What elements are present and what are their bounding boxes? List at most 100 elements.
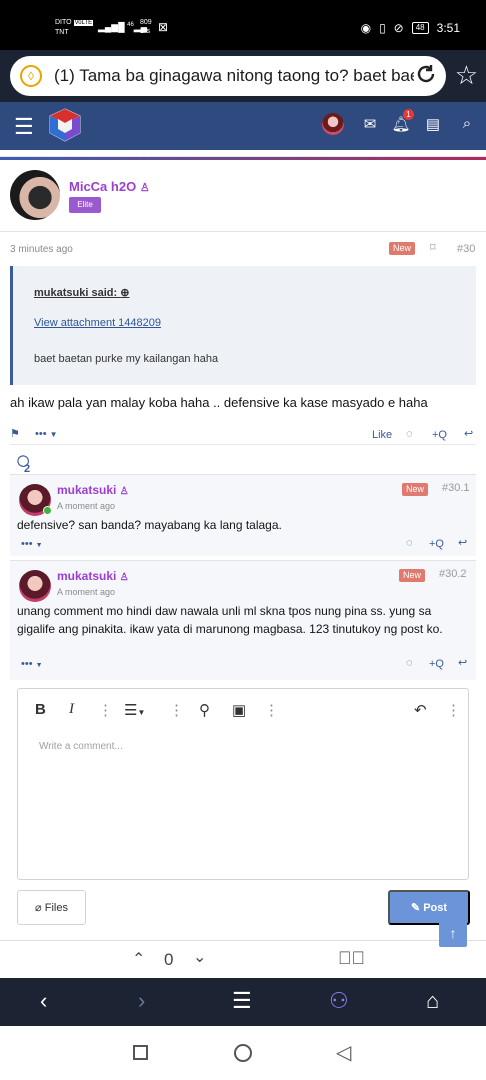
reply-icon[interactable]: ↩	[464, 427, 473, 440]
report-icon[interactable]: ⚑	[10, 427, 20, 440]
bookmarks-icon[interactable]: ▤	[422, 115, 444, 133]
comment-avatar[interactable]	[19, 570, 51, 602]
scroll-top-button[interactable]: ↑	[439, 920, 467, 947]
clock: 3:51	[436, 21, 460, 35]
post-body: ah ikaw pala yan malay koba haha .. defe…	[10, 395, 428, 410]
paperclip-icon: ⌀	[35, 902, 42, 914]
status-right: ◉ ▯ ⊘ 48 3:51	[361, 21, 460, 35]
eye-icon: ◉	[360, 21, 372, 35]
more-menu[interactable]: ••• ▼	[35, 428, 58, 440]
find-bar: ⌃ 0 ⌄ ✓⃝	[0, 940, 486, 978]
back-icon[interactable]: ‹	[40, 988, 47, 1014]
member-icon: ♙	[119, 486, 129, 497]
image-icon[interactable]: ▣	[232, 701, 246, 719]
url-text[interactable]: (1) Tama ba ginagawa nitong taong to? ba…	[54, 66, 414, 86]
more-paragraph-options-icon[interactable]: ⋮	[169, 701, 184, 719]
more-text-options-icon[interactable]: ⋮	[98, 701, 113, 719]
hamburger-icon[interactable]: ☰	[14, 114, 34, 140]
quote-author[interactable]: mukatsuki said: ⊕	[34, 286, 129, 299]
edit-icon: ✎	[410, 902, 421, 914]
comment-time[interactable]: A moment ago	[57, 501, 115, 511]
find-previous-icon[interactable]: ⌃	[132, 949, 145, 969]
forum-header: ☰ ✉ 🔔︎ ▤ ⌕	[0, 102, 486, 150]
reply-icon[interactable]: ↩	[458, 536, 467, 549]
comment-author[interactable]: mukatsuki ♙	[57, 569, 129, 583]
find-next-icon[interactable]: ⌄	[193, 947, 206, 967]
star-icon[interactable]: ☆	[455, 60, 478, 90]
more-insert-options-icon[interactable]: ⋮	[264, 701, 279, 719]
reply-icon[interactable]: ↩	[458, 656, 467, 669]
post-author-name[interactable]: MicCa h2O ♙	[69, 179, 150, 194]
chevron-down-icon: ▼	[49, 430, 58, 439]
quote-button[interactable]: +Q	[429, 658, 444, 670]
quote-block: mukatsuki said: ⊕ View attachment 144820…	[10, 266, 476, 385]
recents-icon[interactable]	[133, 1045, 148, 1060]
address-bar[interactable]: ◊ (1) Tama ba ginagawa nitong taong to? …	[10, 56, 446, 96]
system-back-icon[interactable]: ◁	[336, 1040, 351, 1065]
like-button[interactable]: Like	[372, 429, 392, 441]
menu-icon[interactable]: ☰	[232, 988, 252, 1014]
post-author-card	[0, 160, 486, 232]
volte-tag: VoLTE	[73, 20, 94, 26]
screen: DITO VoLTE TNT ▂▄▆█ 46▂▄ 809 B/s ⊠ ◉ ▯ ⊘…	[0, 0, 486, 1080]
notification-badge: 1	[403, 109, 414, 120]
comment-icon[interactable]: ◌	[406, 657, 413, 669]
mail-icon[interactable]: ✉	[359, 115, 381, 133]
net-speed-value: 809	[140, 19, 152, 26]
profile-icon[interactable]: ⚇	[329, 988, 349, 1014]
avatar[interactable]	[322, 113, 344, 135]
carrier-name-2: TNT	[55, 29, 69, 36]
new-badge: New	[389, 242, 416, 255]
vibrate-icon: ▯	[379, 21, 386, 35]
comment-author[interactable]: mukatsuki ♙	[57, 483, 129, 497]
search-icon[interactable]: ⌕	[456, 115, 478, 132]
more-options-icon[interactable]: ⋮	[446, 701, 461, 719]
no-disturb-icon: ⊘	[393, 21, 404, 35]
post-time[interactable]: 3 minutes ago	[10, 244, 73, 255]
browser-bottom-nav: ‹ › ☰ ⚇ ⌂	[0, 978, 486, 1026]
network-type: 46	[127, 22, 134, 28]
undo-icon[interactable]: ↶	[414, 701, 427, 719]
bookmark-icon[interactable]: ⌑	[430, 241, 436, 254]
comment-count[interactable]: ◯ 2 Comment	[17, 454, 75, 487]
italic-button[interactable]: I	[69, 701, 74, 718]
comment-text: unang comment mo hindi daw nawala unli m…	[17, 604, 443, 636]
comment-icon[interactable]: ◌	[406, 537, 413, 549]
more-menu[interactable]: ••• ▼	[21, 538, 43, 550]
comment-number[interactable]: #30.2	[439, 568, 467, 580]
attachment-link[interactable]: View attachment 1448209	[34, 317, 161, 329]
chevron-down-icon: ▼	[35, 662, 43, 669]
member-icon: ♙	[139, 182, 150, 194]
home-button-icon[interactable]	[234, 1044, 252, 1062]
post-number[interactable]: #30	[457, 243, 475, 255]
bold-button[interactable]: B	[35, 701, 46, 718]
chevron-down-icon: ▼	[35, 542, 43, 549]
comment-input[interactable]: Write a comment...	[39, 741, 123, 752]
more-menu[interactable]: ••• ▼	[21, 658, 43, 670]
comment-text: defensive? san banda? mayabang ka lang t…	[17, 518, 282, 532]
comment-icon[interactable]: ◌	[406, 428, 413, 440]
comments-header[interactable]: ◯ 2 Comment	[10, 444, 476, 487]
quote-button[interactable]: +Q	[432, 429, 447, 441]
app-notification-icon: ⊠	[158, 20, 169, 34]
new-badge: New	[399, 569, 426, 582]
system-nav: ◁	[0, 1026, 486, 1080]
author-avatar[interactable]	[10, 170, 60, 220]
files-button[interactable]: ⌀ Files	[17, 890, 86, 925]
info-icon[interactable]: ◊	[20, 65, 42, 87]
site-logo[interactable]	[48, 107, 82, 143]
comment-time[interactable]: A moment ago	[57, 587, 115, 597]
find-count: 0	[164, 950, 174, 969]
forward-icon[interactable]: ›	[138, 988, 145, 1014]
home-icon[interactable]: ⌂	[426, 988, 439, 1014]
member-icon: ♙	[119, 572, 129, 583]
carrier-info: DITO VoLTE TNT	[55, 18, 94, 37]
link-icon[interactable]: ⚲	[199, 701, 210, 719]
comment-number[interactable]: #30.1	[442, 482, 470, 494]
comment-editor[interactable]: B I ⋮ ☰▼ ⋮ ⚲ ▣ ⋮ ↶ ⋮ Write a comment...	[17, 688, 469, 880]
quote-button[interactable]: +Q	[429, 538, 444, 550]
new-badge: New	[402, 483, 429, 496]
list-icon[interactable]: ☰▼	[124, 701, 145, 719]
reload-icon[interactable]	[412, 62, 440, 90]
find-done-icon[interactable]: ✓⃝	[338, 948, 365, 969]
